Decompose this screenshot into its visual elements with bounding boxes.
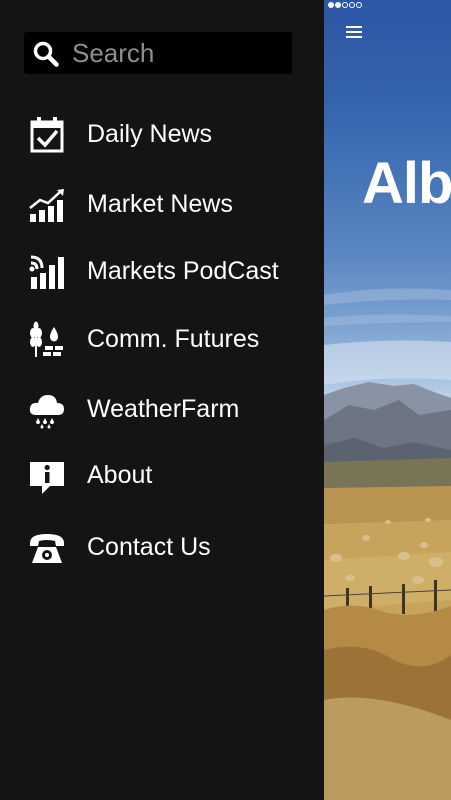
- brand-title: Alb: [362, 151, 451, 216]
- menu-item-contact-us[interactable]: Contact Us: [0, 519, 324, 575]
- calendar-check-icon: [30, 117, 64, 153]
- page-dot: [349, 2, 355, 8]
- telephone-icon: [30, 534, 64, 563]
- menu-item-label: Daily News: [87, 120, 213, 148]
- menu-item-label: Comm. Futures: [87, 325, 260, 353]
- menu-item-daily-news[interactable]: Daily News: [0, 106, 324, 162]
- info-bubble-icon: [30, 462, 64, 494]
- menu-item-label: WeatherFarm: [87, 395, 240, 423]
- page-indicator: [328, 2, 362, 8]
- page-dot: [328, 2, 334, 8]
- page-dot: [335, 2, 341, 8]
- menu-item-label: Markets PodCast: [87, 257, 279, 285]
- prairie-background-image: [324, 288, 451, 800]
- search-input[interactable]: [72, 36, 282, 70]
- menu-item-weatherfarm[interactable]: WeatherFarm: [0, 381, 324, 437]
- menu-item-label: About: [87, 461, 153, 489]
- menu-item-markets-podcast[interactable]: Markets PodCast: [0, 243, 324, 299]
- podcast-bars-icon: [29, 255, 64, 289]
- search-icon: [33, 41, 59, 67]
- search-box[interactable]: [24, 32, 292, 74]
- menu-item-comm-futures[interactable]: Comm. Futures: [0, 311, 324, 367]
- navigation-drawer: Daily News Market News Markets PodCast: [0, 0, 324, 800]
- main-content-panel[interactable]: Alb: [324, 0, 451, 800]
- page-dot: [342, 2, 348, 8]
- grain-commodity-icon: [30, 321, 63, 357]
- menu-item-label: Market News: [87, 190, 233, 218]
- menu-item-label: Contact Us: [87, 533, 211, 561]
- menu-item-market-news[interactable]: Market News: [0, 176, 324, 232]
- hamburger-icon[interactable]: [346, 26, 362, 38]
- rain-cloud-icon: [29, 395, 64, 429]
- page-dot: [356, 2, 362, 8]
- chart-trend-icon: [29, 189, 64, 222]
- menu-item-about[interactable]: About: [0, 447, 324, 503]
